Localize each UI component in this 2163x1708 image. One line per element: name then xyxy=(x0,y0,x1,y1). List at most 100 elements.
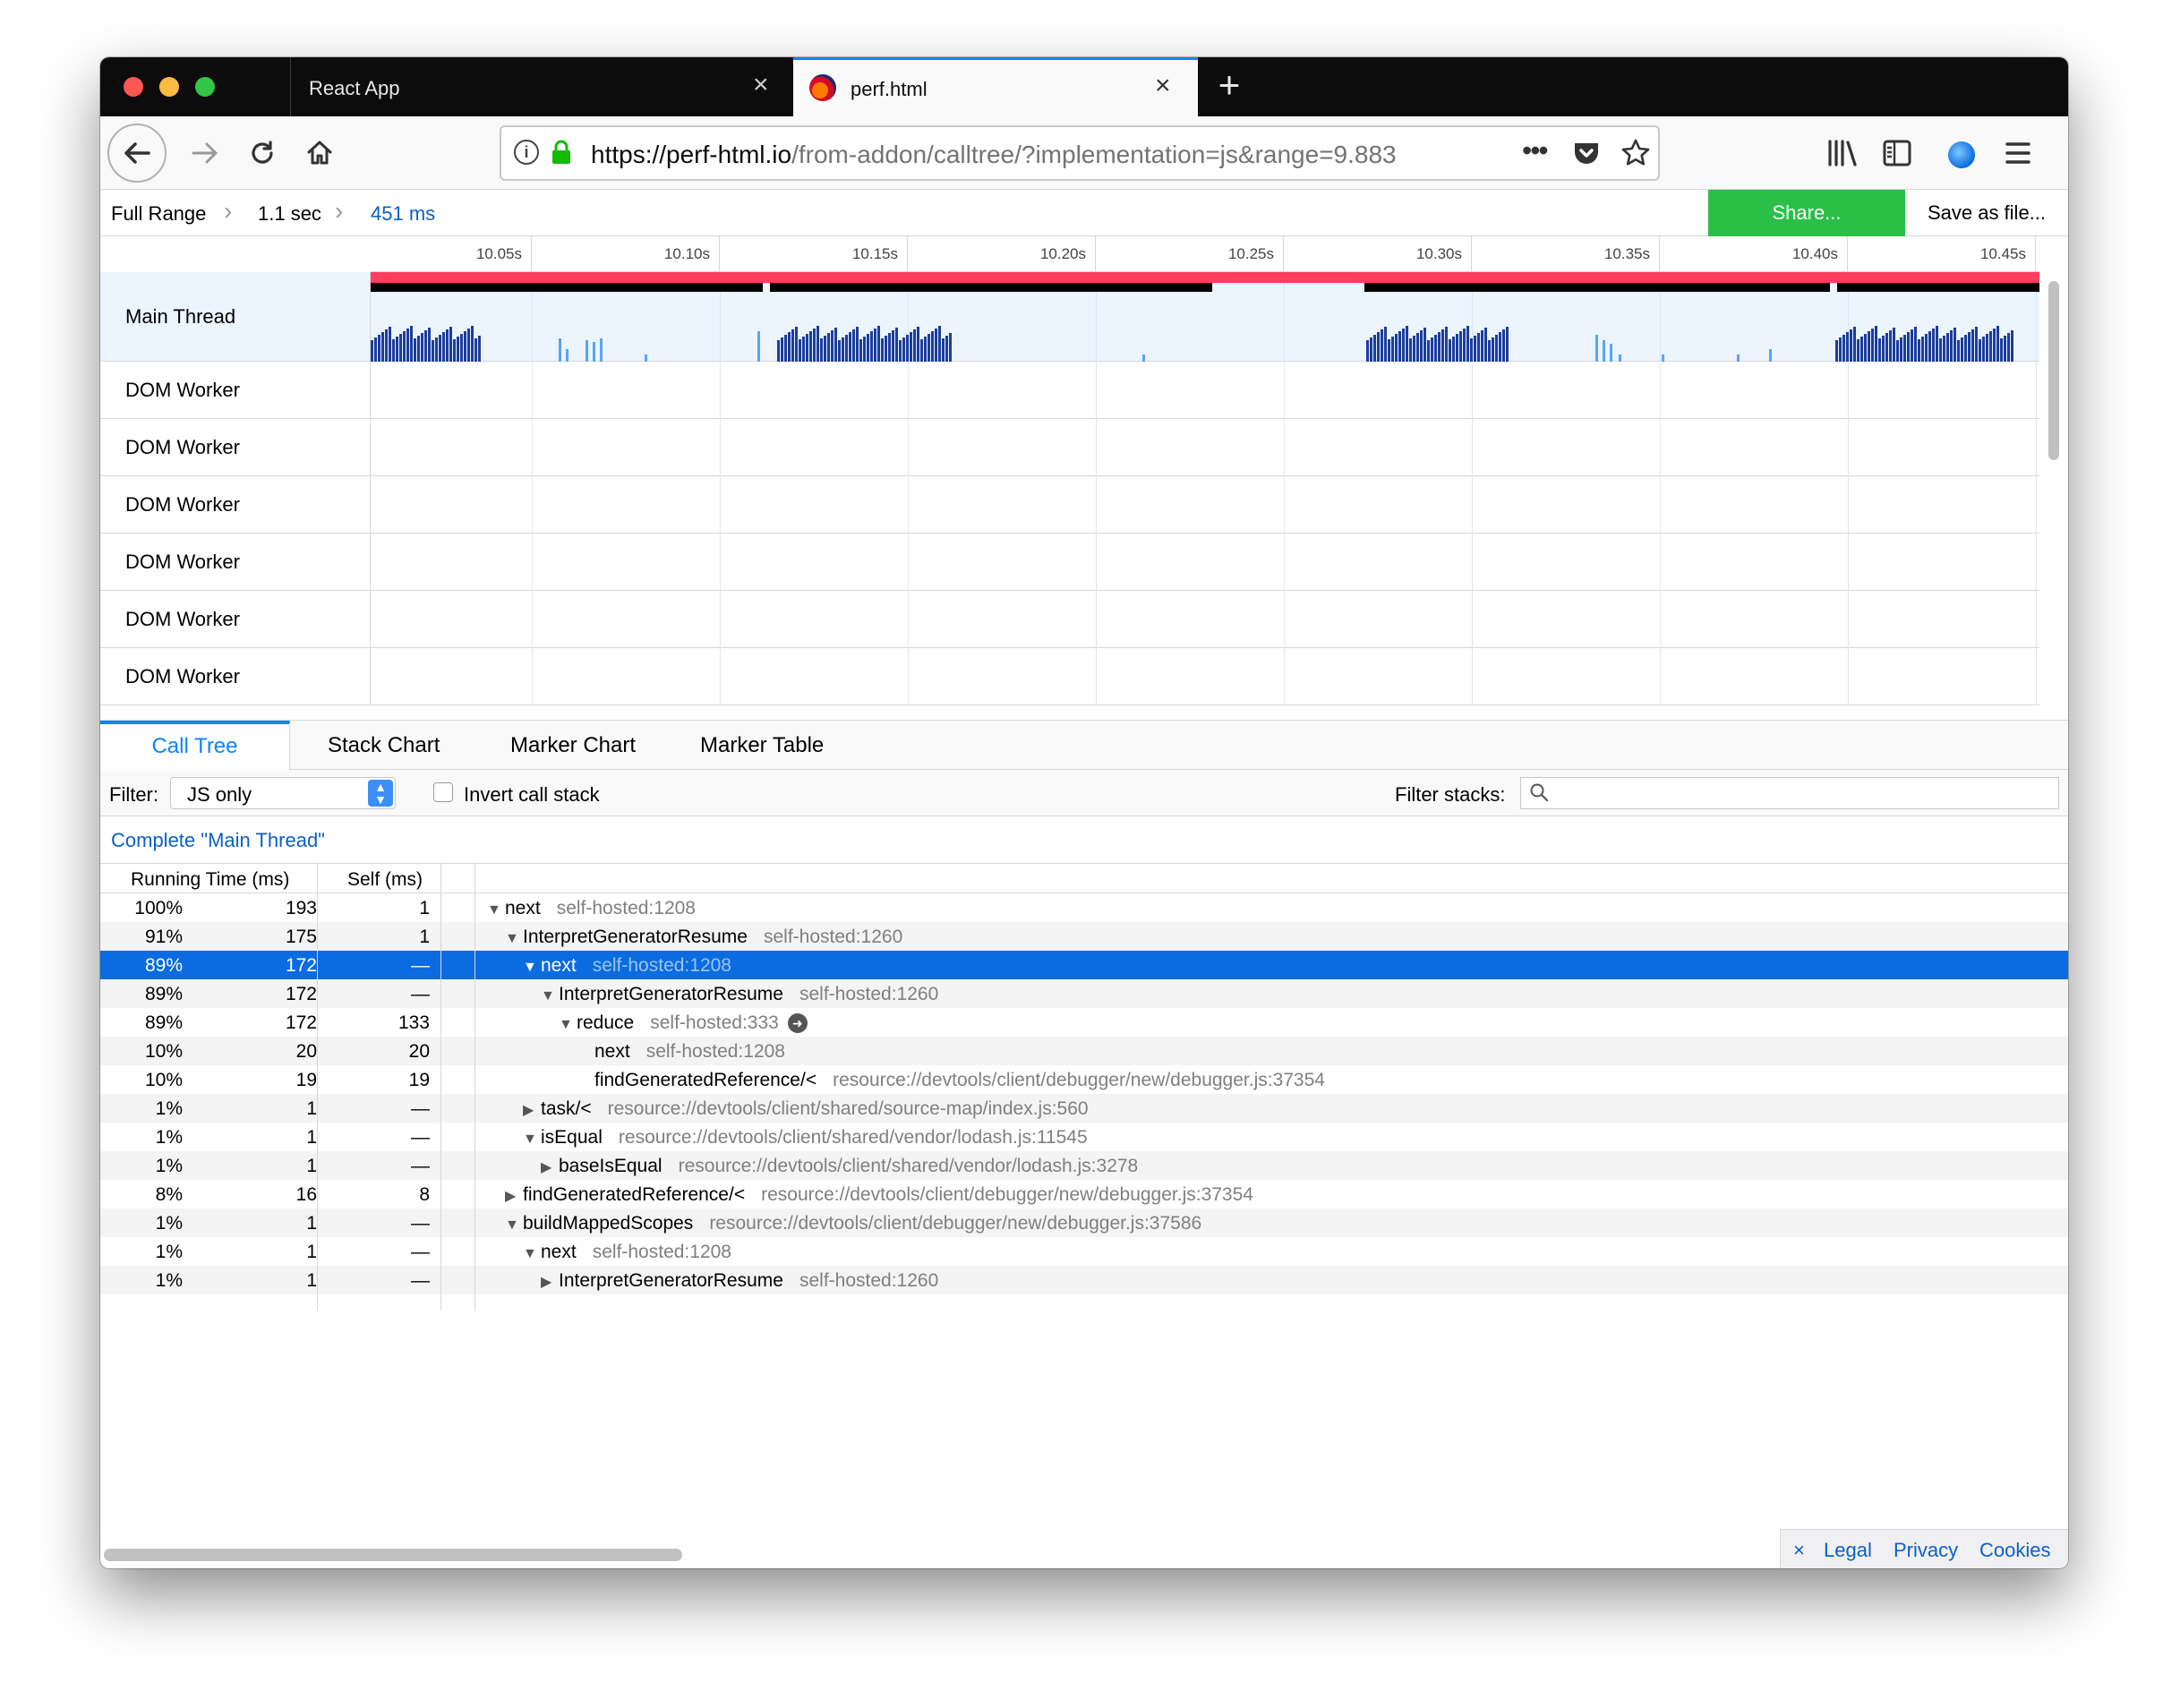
pocket-icon[interactable] xyxy=(1572,140,1601,168)
reload-button[interactable] xyxy=(240,131,285,175)
extension-icon[interactable] xyxy=(1948,141,1975,168)
sample-bar xyxy=(1406,326,1408,362)
call-tree-row[interactable]: 89% 172 — ▼ InterpretGeneratorResume self-hos… xyxy=(100,979,2068,1008)
tab-stack-chart[interactable]: Stack Chart xyxy=(290,721,477,771)
track-label[interactable]: DOM Worker xyxy=(100,476,371,533)
hamburger-icon[interactable] xyxy=(2004,140,2032,167)
grid-line xyxy=(1096,476,1097,534)
minimize-window-button[interactable] xyxy=(159,77,179,97)
track-label[interactable]: DOM Worker xyxy=(100,362,371,418)
star-icon[interactable] xyxy=(1620,138,1651,168)
sample-bar xyxy=(899,340,902,362)
browser-tab-perf-html[interactable]: perf.html × xyxy=(793,57,1198,116)
sample-bar xyxy=(1395,334,1398,362)
close-icon[interactable]: × xyxy=(753,70,769,100)
collapse-twisty-icon[interactable]: ▼ xyxy=(523,960,541,976)
breadcrumb-range-2[interactable]: 451 ms xyxy=(371,202,435,226)
grid-line xyxy=(1472,419,1473,476)
sample-bar xyxy=(1903,335,1906,362)
invert-call-stack-checkbox[interactable] xyxy=(433,782,453,802)
new-tab-button[interactable]: + xyxy=(1198,57,1261,116)
track-label[interactable]: DOM Worker xyxy=(100,534,371,590)
track-main-thread[interactable]: Main Thread xyxy=(100,272,2039,362)
expand-twisty-icon[interactable]: ▶ xyxy=(523,1101,541,1119)
call-tree-row[interactable]: 91% 175 1 ▼ InterpretGeneratorResume self-hos… xyxy=(100,922,2068,951)
track-label[interactable]: DOM Worker xyxy=(100,648,371,705)
save-as-file-button[interactable]: Save as file... xyxy=(1905,190,2068,236)
browser-tab-react-app[interactable]: React App × xyxy=(290,57,793,116)
expand-twisty-icon[interactable]: ▶ xyxy=(505,1187,523,1205)
filter-stacks-input[interactable] xyxy=(1520,777,2059,809)
track-label[interactable]: DOM Worker xyxy=(100,419,371,475)
call-tree-row[interactable]: 1% 1 — ▶ task/< resource://devtools/client/sh… xyxy=(100,1094,2068,1123)
library-icon[interactable] xyxy=(1826,138,1859,168)
call-tree-row[interactable]: 89% 172 — ▼ next self-hosted:1208 xyxy=(100,951,2068,979)
call-tree-row[interactable]: 89% 172 133 ▼ reduce self-hosted:333 ➜ xyxy=(100,1008,2068,1037)
call-tree-row[interactable]: 10% 19 19 findGeneratedReference/< resource:… xyxy=(100,1065,2068,1094)
footer-close-button[interactable]: × xyxy=(1793,1539,1805,1562)
tab-title: perf.html xyxy=(851,78,928,100)
call-tree-row[interactable]: 10% 20 20 next self-hosted:1208 xyxy=(100,1037,2068,1065)
footer-link-cookies[interactable]: Cookies xyxy=(1979,1539,2050,1562)
implementation-filter-select[interactable]: JS only ▲ ▼ xyxy=(170,777,396,809)
function-origin: resource://devtools/client/debugger/new/… xyxy=(761,1184,1253,1205)
tab-marker-chart[interactable]: Marker Chart xyxy=(473,721,673,771)
sample-bar xyxy=(795,327,798,362)
collapse-twisty-icon[interactable]: ▼ xyxy=(541,988,559,1004)
close-window-button[interactable] xyxy=(124,77,143,97)
collapse-twisty-icon[interactable]: ▼ xyxy=(523,1246,541,1262)
timeline-scrollbar[interactable] xyxy=(2048,281,2059,460)
track-dom-worker[interactable]: DOM Worker xyxy=(100,648,2039,705)
maximize-window-button[interactable] xyxy=(195,77,215,97)
url-bar[interactable]: i https://perf-html.io/from-addon/calltr… xyxy=(500,125,1660,181)
collapse-twisty-icon[interactable]: ▼ xyxy=(505,1217,523,1234)
forward-button[interactable] xyxy=(183,131,227,175)
expand-twisty-icon[interactable]: ▶ xyxy=(541,1158,559,1176)
ellipsis-icon[interactable]: ••• xyxy=(1522,134,1549,167)
horizontal-scrollbar[interactable] xyxy=(104,1549,682,1561)
invert-call-stack-label[interactable]: Invert call stack xyxy=(464,783,600,807)
track-dom-worker[interactable]: DOM Worker xyxy=(100,362,2039,419)
track-label[interactable]: Main Thread xyxy=(100,272,371,361)
main-thread-activity-graph[interactable] xyxy=(371,272,2039,362)
sample-bar xyxy=(442,332,445,362)
track-label[interactable]: DOM Worker xyxy=(100,591,371,647)
track-dom-worker[interactable]: DOM Worker xyxy=(100,419,2039,476)
call-tree-row[interactable]: 8% 16 8 ▶ findGeneratedReference/< resource:/… xyxy=(100,1180,2068,1208)
collapse-twisty-icon[interactable]: ▼ xyxy=(487,902,505,918)
share-button[interactable]: Share... xyxy=(1708,190,1905,236)
call-tree-row[interactable]: 1% 1 — ▼ buildMappedScopes resource://devtool… xyxy=(100,1208,2068,1237)
footer-link-privacy[interactable]: Privacy xyxy=(1894,1539,1958,1562)
track-dom-worker[interactable]: DOM Worker xyxy=(100,476,2039,534)
running-percent: 1% xyxy=(155,1270,183,1291)
call-tree-row[interactable]: 1% 1 — ▼ next self-hosted:1208 xyxy=(100,1237,2068,1266)
grid-line xyxy=(1848,648,1849,705)
sample-bar xyxy=(809,331,812,362)
sample-bar xyxy=(1964,335,1967,362)
home-button[interactable] xyxy=(297,131,342,175)
breadcrumb-range-1[interactable]: 1.1 sec xyxy=(258,202,321,226)
back-button[interactable] xyxy=(107,124,167,183)
breadcrumb-full-range[interactable]: Full Range xyxy=(111,202,206,226)
sidebar-icon[interactable] xyxy=(1882,138,1912,168)
info-icon[interactable]: i xyxy=(514,140,539,165)
tab-marker-table[interactable]: Marker Table xyxy=(663,721,861,771)
collapse-twisty-icon[interactable]: ▼ xyxy=(505,931,523,947)
sample-bar xyxy=(1484,328,1487,362)
call-tree-row[interactable]: 1% 1 — ▼ isEqual resource://devtools/client/s… xyxy=(100,1123,2068,1151)
close-icon[interactable]: × xyxy=(1155,71,1171,101)
sample-bar xyxy=(1456,334,1458,362)
function-cell: findGeneratedReference/< resource://devto… xyxy=(577,1070,1325,1091)
arrow-circle-icon[interactable]: ➜ xyxy=(787,1013,808,1034)
call-tree-row[interactable]: 1% 1 — ▶ baseIsEqual resource://devtools/clie… xyxy=(100,1151,2068,1180)
collapse-twisty-icon[interactable]: ▼ xyxy=(559,1017,577,1033)
track-dom-worker[interactable]: DOM Worker xyxy=(100,591,2039,648)
call-tree-row[interactable]: 100% 193 1 ▼ next self-hosted:1208 xyxy=(100,893,2068,922)
collapse-twisty-icon[interactable]: ▼ xyxy=(523,1132,541,1148)
track-dom-worker[interactable]: DOM Worker xyxy=(100,534,2039,591)
footer-link-legal[interactable]: Legal xyxy=(1824,1539,1872,1562)
tab-call-tree[interactable]: Call Tree xyxy=(100,721,290,772)
grid-line xyxy=(908,591,909,648)
call-tree-row[interactable]: 1% 1 — ▶ InterpretGeneratorResume self-hosted… xyxy=(100,1266,2068,1294)
expand-twisty-icon[interactable]: ▶ xyxy=(541,1273,559,1291)
